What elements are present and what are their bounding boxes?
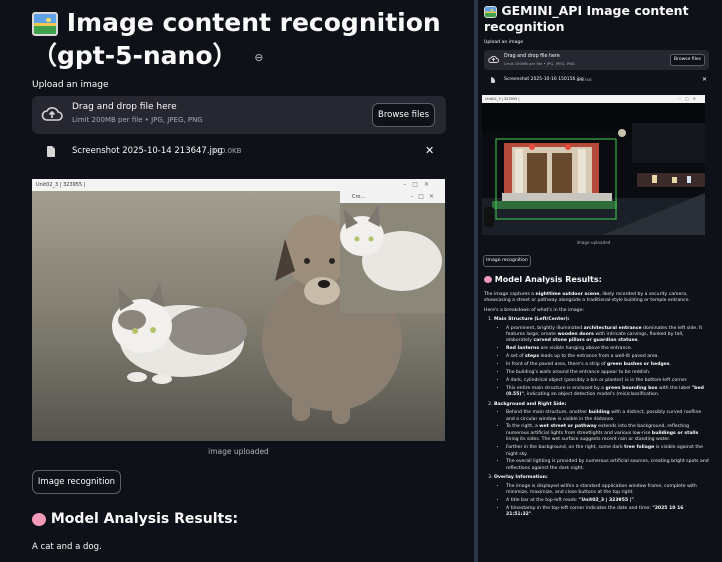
cloud-upload-icon [41, 107, 63, 121]
browse-files-button[interactable]: Browse files [670, 54, 705, 66]
night-temple-photo [482, 103, 705, 235]
list-item: The overall lighting is provided by nume… [506, 459, 709, 472]
list-item: Red lanterns are visible hanging above t… [506, 346, 709, 352]
picture-icon [484, 5, 497, 18]
results-heading: Model Analysis Results: [32, 511, 238, 527]
list-item: A prominent, brightly illuminated archit… [506, 326, 709, 345]
section-main-structure: Main Structure (Left/Center): A prominen… [494, 317, 709, 398]
remove-file-icon[interactable]: ✕ [425, 144, 434, 157]
picture-icon [32, 12, 58, 36]
list-item: A title bar at the top-left reads: "Unit… [506, 498, 709, 504]
dropzone-title: Drag and drop file here [504, 54, 560, 59]
analysis-intro: The image captures a nighttime outdoor s… [484, 292, 690, 304]
section-background: Background and Right Side: Behind the ma… [494, 402, 709, 473]
image-caption: image uploaded [576, 240, 611, 245]
list-item: The building's walls around the entrance… [506, 370, 709, 376]
section-overlay: Overlay Information: The image is displa… [494, 475, 709, 518]
popup-window-controls-icon: –□✕ [410, 193, 439, 200]
list-item: A set of steps leads up to the entrance … [506, 354, 709, 360]
dropzone-subtitle: Limit 200MB per file • JPG, JPEG, PNG [72, 116, 203, 124]
image-caption: image uploaded [208, 447, 269, 456]
list-item: Farther in the background, on the right,… [506, 445, 709, 458]
list-item: In front of the paved area, there's a st… [506, 362, 709, 368]
browse-files-button[interactable]: Browse files [372, 103, 435, 127]
dropzone-subtitle: Limit 200MB per file • JPG, JPEG, PNG [504, 61, 575, 66]
dropzone-title: Drag and drop file here [72, 102, 177, 112]
crop-popup-titlebar: Cro... –□✕ [340, 191, 445, 203]
brain-icon [32, 512, 46, 526]
image-window-titlebar: Unit02_3 | 323955 | –□✕ [482, 95, 705, 103]
anchor-link-icon[interactable]: ⊖ [254, 51, 263, 64]
file-dropzone[interactable]: Drag and drop file here Limit 200MB per … [484, 50, 709, 70]
results-heading: Model Analysis Results: [484, 275, 602, 284]
page-title: Image content recognition（gpt-5-nano） ⊖ [32, 8, 441, 70]
cats-and-dog-photo [32, 191, 445, 441]
brain-icon [484, 276, 492, 283]
list-item: Behind the main structure, another build… [506, 410, 709, 423]
uploaded-file-size: 110.0KB [212, 147, 242, 155]
file-icon [491, 77, 495, 83]
window-controls-icon: –□✕ [403, 181, 435, 188]
window-controls-icon: –□✕ [678, 96, 700, 101]
result-text: A cat and a dog. [32, 542, 102, 552]
image-recognition-button[interactable]: Image recognition [32, 470, 121, 494]
list-item: A dark, cylindrical object (possibly a b… [506, 378, 709, 384]
page-title: GEMINI_API Image content recognition [484, 3, 689, 34]
file-dropzone[interactable]: Drag and drop file here Limit 200MB per … [32, 96, 446, 134]
analysis-text: The image captures a nighttime outdoor s… [484, 292, 709, 522]
image-window-titlebar: Unit02_3 | 323955 | –□✕ [32, 179, 445, 191]
uploaded-file-name: Screenshot 2025-10-16 150156.jpg [504, 77, 584, 82]
list-item: This entire main structure is enclosed b… [506, 386, 709, 399]
image-recognition-button[interactable]: Image recognition [483, 255, 531, 267]
analysis-breakdown: Here's a breakdown of what's in the imag… [484, 307, 584, 313]
list-item: A timestamp in the top-left corner indic… [506, 506, 709, 519]
left-app-pane: Image content recognition（gpt-5-nano） ⊖ … [0, 0, 474, 562]
remove-file-icon[interactable]: ✕ [702, 76, 707, 83]
upload-label: Upload an image [32, 80, 109, 90]
uploaded-file-size: 91.7KB [578, 77, 592, 82]
uploaded-image: Unit02_3 | 323955 | –□✕ [32, 179, 445, 441]
cloud-upload-icon [488, 55, 499, 63]
file-icon [47, 146, 55, 157]
list-item: To the right, a wet street or pathway ex… [506, 424, 709, 443]
upload-label: Upload an image [484, 40, 524, 45]
list-item: The image is displayed within a standard… [506, 484, 709, 497]
uploaded-file-name: Screenshot 2025-10-14 213647.jpg [72, 146, 223, 156]
right-app-pane: GEMINI_API Image content recognition Upl… [478, 0, 722, 562]
uploaded-image: Unit02_3 | 323955 | –□✕ [482, 95, 705, 235]
